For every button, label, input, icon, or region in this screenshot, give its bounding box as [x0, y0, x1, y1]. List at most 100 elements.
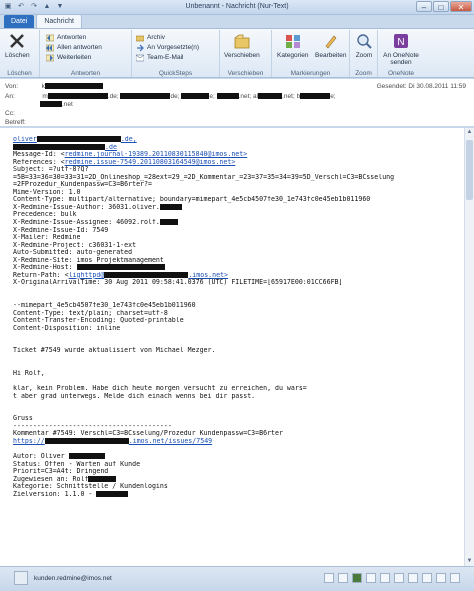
- contact-thumb[interactable]: [408, 573, 418, 583]
- to-manager-label: An Vorgesetzte(n): [147, 44, 200, 51]
- forward-icon: [137, 44, 144, 51]
- body-text: X-Redmine-Issue-Author: 36031.oliver.: [13, 203, 160, 211]
- people-thumbnails: [324, 573, 460, 583]
- edit-icon: [325, 35, 337, 49]
- body-text: Hi Rolf,: [13, 369, 45, 377]
- body-link[interactable]: lighttpd@: [69, 272, 105, 279]
- tab-message[interactable]: Nachricht: [36, 14, 82, 28]
- contact-thumb[interactable]: [324, 573, 334, 583]
- body-link-tail[interactable]: .de,: [121, 136, 137, 143]
- to-recipient[interactable]: e;: [330, 93, 335, 100]
- body-text: X-Redmine-Issue-Id: 7549: [13, 226, 109, 234]
- body-line: X-Mailer: Redmine: [13, 234, 458, 242]
- onenote-icon: N: [394, 34, 408, 48]
- subject-label: Betreff:: [5, 119, 26, 126]
- reply-button[interactable]: Antworten: [46, 33, 86, 42]
- redacted-block: [76, 264, 165, 271]
- forward-button[interactable]: Weiterleiten: [46, 53, 91, 62]
- to-recipient[interactable]: e;: [209, 93, 214, 100]
- body-link[interactable]: redmine.issue-7549.20110803164549@imos.n…: [65, 159, 232, 166]
- sent-label: Gesendet:: [376, 83, 407, 90]
- scroll-down-icon[interactable]: ▼: [465, 557, 474, 566]
- redacted-block: [258, 93, 283, 100]
- delete-button[interactable]: Löschen: [5, 32, 30, 59]
- move-label: Verschieben: [224, 52, 260, 59]
- tab-file[interactable]: Datei: [4, 15, 35, 28]
- group-quicksteps: Archiv An Vorgesetzte(n) Team-E-Mail Qui…: [132, 30, 220, 77]
- minimize-button[interactable]: –: [416, 1, 432, 12]
- body-line: Mime-Version: 1.0: [13, 189, 458, 197]
- body-link[interactable]: https://: [13, 438, 45, 445]
- cc-row: Cc:: [5, 110, 15, 117]
- redacted-block: [88, 475, 117, 482]
- body-link-tail[interactable]: .imos.net>: [188, 272, 228, 279]
- redacted-block: [104, 271, 189, 278]
- body-text: X-OriginalArrivalTime: 30 Aug 2011 09:58…: [13, 279, 343, 287]
- body-line: t aber grad unterwegs. Melde dich einach…: [13, 393, 458, 401]
- to-recipient[interactable]: .net;: [282, 93, 295, 100]
- quickstep-archive[interactable]: Archiv: [136, 33, 165, 42]
- zoom-button[interactable]: Zoom: [355, 32, 373, 59]
- contact-thumb[interactable]: [436, 573, 446, 583]
- group-tags: Kategorien Bearbeiten Markierungen: [272, 30, 350, 77]
- body-line: Return-Path: <lighttpd@ .imos.net>: [13, 271, 458, 280]
- to-recipient[interactable]: .net: [62, 101, 73, 108]
- quickstep-to-manager[interactable]: An Vorgesetzte(n): [136, 43, 199, 52]
- delete-label: Löschen: [5, 52, 30, 59]
- contact-thumb[interactable]: [422, 573, 432, 583]
- redacted-block: [44, 437, 129, 444]
- redacted-block: [47, 93, 108, 100]
- body-link[interactable]: oliver: [13, 136, 37, 143]
- group-label-tags: Markierungen: [290, 70, 331, 77]
- forward-label: Weiterleiten: [57, 54, 92, 61]
- body-line: [13, 362, 458, 370]
- scroll-up-icon[interactable]: ▲: [465, 128, 474, 137]
- reply-all-icon: [46, 44, 54, 51]
- reply-all-button[interactable]: Allen antworten: [46, 43, 102, 52]
- body-text: Status: Offen - Warten auf Kunde: [13, 460, 141, 468]
- scroll-thumb[interactable]: [466, 140, 473, 200]
- maximize-button[interactable]: □: [433, 1, 449, 12]
- quickstep-team-email[interactable]: Team-E-Mail: [136, 53, 183, 62]
- contact-avatar[interactable]: [14, 571, 28, 585]
- body-line: Auto-Submitted: auto-generated: [13, 249, 458, 257]
- body-text: Content-Type: text/plain; charset=utf-8: [13, 309, 168, 317]
- to-recipient[interactable]: .de;: [108, 93, 119, 100]
- contact-thumb[interactable]: [380, 573, 390, 583]
- body-line: Content-Type: multipart/alternative; bou…: [13, 196, 458, 204]
- send-to-onenote-button[interactable]: N An OneNote senden: [381, 32, 421, 66]
- edit-button[interactable]: Bearbeiten: [315, 32, 346, 59]
- body-text: Content-Disposition: inline: [13, 324, 121, 332]
- group-label-move: Verschieben: [227, 70, 264, 77]
- to-recipient[interactable]: de;: [170, 93, 179, 100]
- contact-photo-thumb[interactable]: [352, 573, 362, 583]
- to-recipient[interactable]: .net;: [239, 93, 252, 100]
- contact-thumb[interactable]: [338, 573, 348, 583]
- body-link[interactable]: redmine.journal-19389.20110830115840@imo…: [65, 151, 244, 158]
- delete-icon: [10, 34, 25, 48]
- body-line: [13, 408, 458, 416]
- message-body[interactable]: oliver .de, .de Message-Id: <redmine.journa…: [0, 128, 474, 566]
- body-text: Precedence: bulk: [13, 211, 77, 219]
- body-line: [13, 287, 458, 295]
- close-button[interactable]: ✕: [450, 1, 472, 12]
- ribbon-tabs: Datei Nachricht: [0, 14, 474, 28]
- body-line: Ticket #7549 wurde aktualisiert von Mich…: [13, 347, 458, 355]
- body-line: [13, 294, 458, 302]
- body-link-tail[interactable]: .de: [105, 144, 117, 151]
- window-title: Unbenannt - Nachricht (Nur-Text): [185, 3, 289, 10]
- move-button[interactable]: Verschieben: [224, 32, 260, 59]
- body-line: [13, 400, 458, 408]
- contact-thumb[interactable]: [394, 573, 404, 583]
- body-line: ----------------------------------------: [13, 423, 458, 431]
- sent-row: Gesendet: Di 30.08.2011 11:59: [377, 83, 466, 90]
- contact-thumb[interactable]: [366, 573, 376, 583]
- body-link-tail[interactable]: >: [243, 151, 247, 158]
- contact-name[interactable]: kunden.redmine@imos.net: [34, 575, 112, 582]
- body-link-tail[interactable]: .imos.net/issues/7549: [129, 438, 212, 445]
- body-link-tail[interactable]: >: [231, 159, 235, 166]
- group-label-respond: Antworten: [70, 70, 101, 77]
- expand-pane-icon[interactable]: [450, 573, 460, 583]
- vertical-scrollbar[interactable]: ▲ ▼: [464, 128, 474, 566]
- categorize-button[interactable]: Kategorien: [277, 32, 308, 59]
